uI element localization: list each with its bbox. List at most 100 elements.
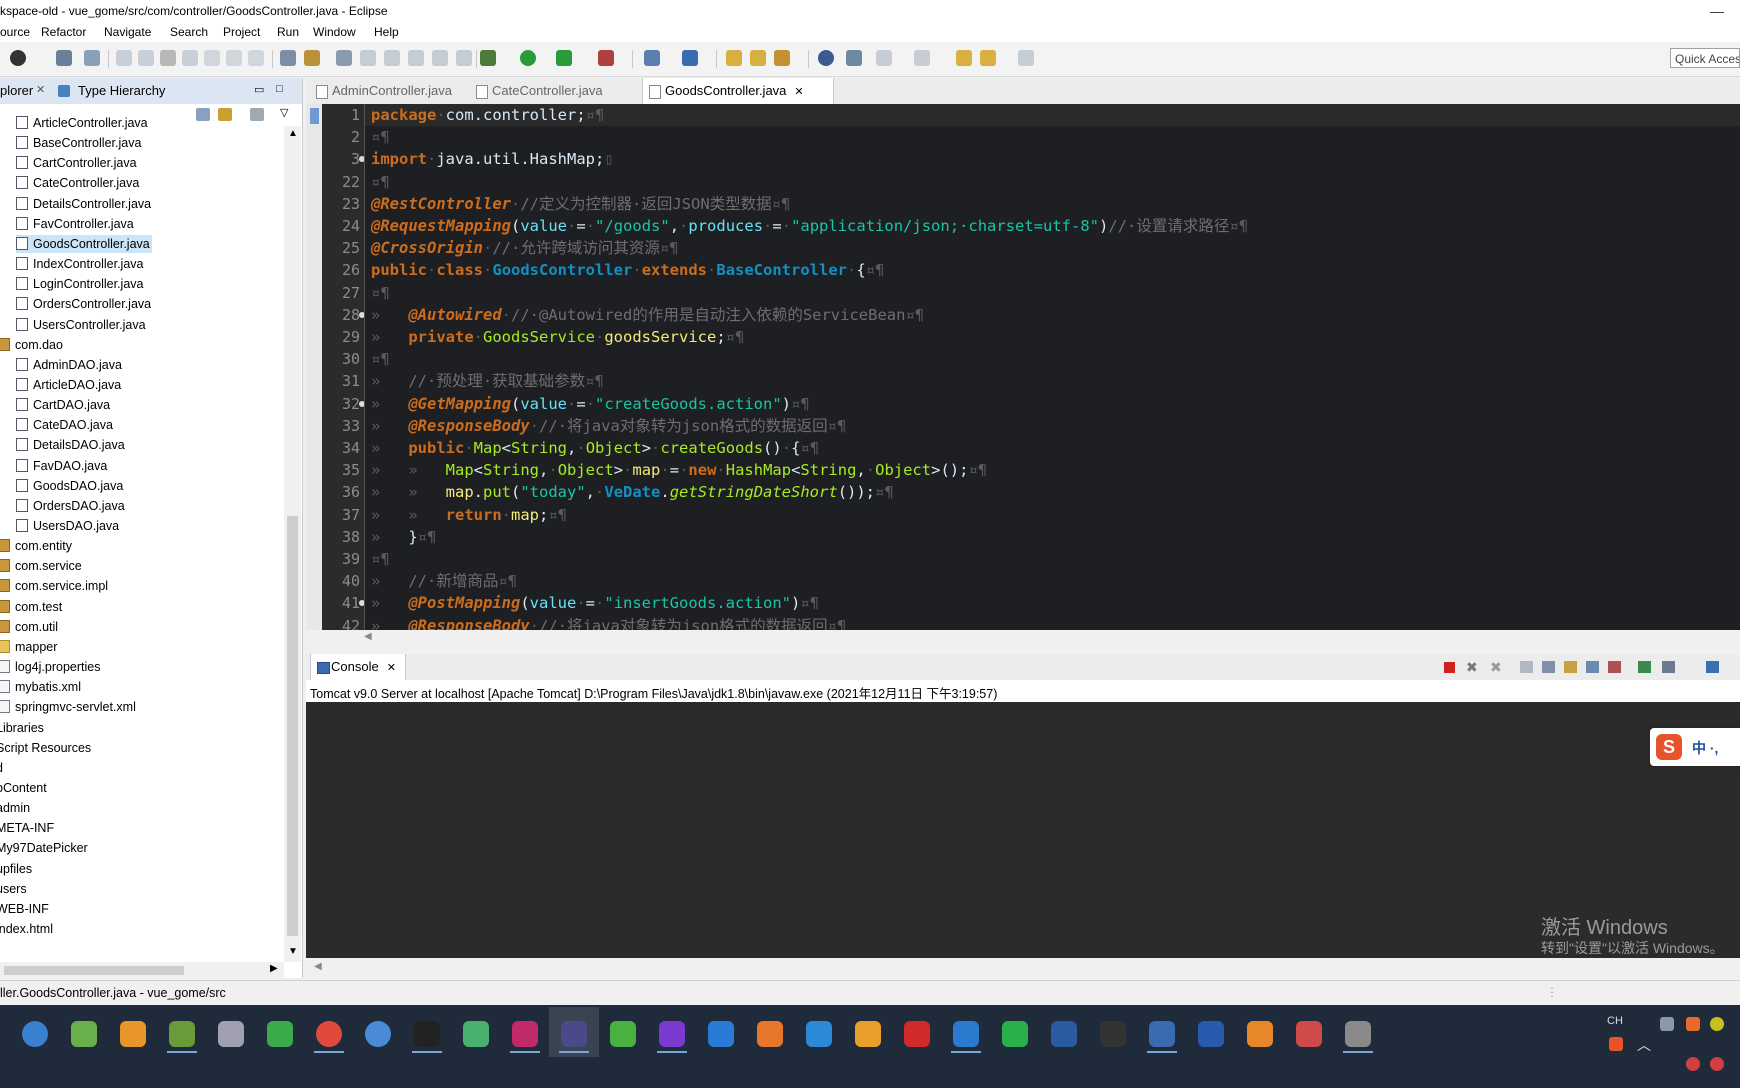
tree-item[interactable]: com.util <box>0 618 58 636</box>
menu-source[interactable]: ource <box>0 25 30 39</box>
tree-item[interactable]: WEB-INF <box>0 900 49 918</box>
tree-item[interactable]: UsersController.java <box>16 316 146 334</box>
tree-item[interactable]: mybatis.xml <box>0 678 81 696</box>
menu-help[interactable]: Help <box>374 25 399 39</box>
edge-icon[interactable] <box>806 1021 832 1047</box>
skip-breakpoints-icon[interactable] <box>84 50 100 66</box>
code-line[interactable]: @RequestMapping(value·=·"/goods",·produc… <box>371 215 1248 237</box>
terminate-icon[interactable] <box>1444 662 1455 673</box>
prev-annotation-icon[interactable] <box>914 50 930 66</box>
word-wrap-icon[interactable] <box>1564 661 1577 673</box>
copy-icon[interactable] <box>408 50 424 66</box>
tree-item[interactable]: OrdersDAO.java <box>16 497 125 515</box>
code-line[interactable]: » public·Map<String,·Object>·createGoods… <box>371 437 819 459</box>
run-icon[interactable] <box>520 50 536 66</box>
step-over-icon[interactable] <box>226 50 242 66</box>
tree-item[interactable]: bContent <box>0 779 47 797</box>
editor-horizontal-scrollbar[interactable]: ◀ <box>306 630 1740 646</box>
code-line[interactable]: » private·GoodsService·goodsService;¤¶ <box>371 326 744 348</box>
step-into-icon[interactable] <box>204 50 220 66</box>
code-line[interactable]: » @ResponseBody·//·将java对象转为json格式的数据返回¤… <box>371 615 846 630</box>
tree-item[interactable]: BaseController.java <box>16 134 141 152</box>
code-line[interactable]: » » Map<String,·Object>·map·=·new·HashMa… <box>371 459 987 481</box>
next-annotation-icon[interactable] <box>876 50 892 66</box>
menu-navigate[interactable]: Navigate <box>104 25 151 39</box>
app-paint-icon[interactable] <box>1296 1021 1322 1047</box>
run-as-icon[interactable] <box>556 50 572 66</box>
language-indicator[interactable]: CH <box>1607 1015 1623 1027</box>
console-output[interactable] <box>306 702 1740 958</box>
debug-icon[interactable] <box>480 50 496 66</box>
app-green2-icon[interactable] <box>610 1021 636 1047</box>
disconnect-icon[interactable] <box>182 50 198 66</box>
tray-app3-icon[interactable] <box>1710 1017 1724 1031</box>
pin-console-icon[interactable] <box>1638 661 1651 673</box>
tree-item[interactable]: users <box>0 880 27 898</box>
last-edit-icon[interactable] <box>956 50 972 66</box>
menu-window[interactable]: Window <box>313 25 356 39</box>
code-line[interactable]: » //·新增商品¤¶ <box>371 570 517 592</box>
tree-item[interactable]: DetailsController.java <box>16 195 151 213</box>
sogou-tray-icon[interactable] <box>1609 1037 1623 1051</box>
history-icon[interactable] <box>384 50 400 66</box>
tab-catecontroller[interactable]: CateController.java <box>470 78 632 104</box>
terminal-icon[interactable] <box>56 50 72 66</box>
code-line[interactable]: » @ResponseBody·//·将java对象转为json格式的数据返回¤… <box>371 415 846 437</box>
new-class-icon[interactable] <box>682 50 698 66</box>
code-line[interactable]: ¤¶ <box>371 171 390 193</box>
search-icon[interactable] <box>846 50 862 66</box>
close-icon[interactable]: ✕ <box>36 83 45 96</box>
tree-item[interactable]: IndexController.java <box>16 255 143 273</box>
suspend-icon[interactable] <box>138 50 154 66</box>
menu-refactor[interactable]: Refactor <box>41 25 86 39</box>
remove-launch-icon[interactable]: ✖ <box>1466 659 1478 676</box>
left-vertical-scrollbar[interactable]: ▲ ▼ <box>284 126 301 962</box>
browser-icon[interactable] <box>22 1021 48 1047</box>
toggle-mark-icon[interactable] <box>304 50 320 66</box>
chrome-icon[interactable] <box>316 1021 342 1047</box>
scroll-down-icon[interactable]: ▼ <box>288 946 298 957</box>
tree-item[interactable]: GoodsController.java <box>16 234 152 253</box>
vscode-icon[interactable] <box>953 1021 979 1047</box>
tree-item[interactable]: CartController.java <box>16 154 137 172</box>
tree-item[interactable]: mapper <box>0 638 57 656</box>
code-area[interactable]: package·com.controller;¤¶ ¤¶ import·java.u… <box>364 104 1740 630</box>
clear-console-icon[interactable] <box>1520 661 1533 673</box>
tree-item[interactable]: ArticleDAO.java <box>16 376 121 394</box>
minimize-view-icon[interactable]: ▭ <box>254 83 264 96</box>
code-line[interactable]: ¤¶ <box>371 282 390 304</box>
tray-expand-icon[interactable]: ︿ <box>1637 1035 1651 1055</box>
scroll-right-icon[interactable]: ▶ <box>270 963 278 974</box>
left-horizontal-scrollbar[interactable]: ▶ <box>0 962 284 978</box>
filter-icon[interactable] <box>456 50 472 66</box>
menu-run[interactable]: Run <box>277 25 299 39</box>
code-line[interactable]: » @Autowired·//·@Autowired的作用是自动注入依赖的Ser… <box>371 304 924 326</box>
menu-project[interactable]: Project <box>223 25 260 39</box>
tree-item[interactable]: CateController.java <box>16 174 139 192</box>
opera-icon[interactable] <box>904 1021 930 1047</box>
tree-item[interactable]: springmvc-servlet.xml <box>0 698 136 716</box>
code-line[interactable]: » @GetMapping(value·=·"createGoods.actio… <box>371 393 810 415</box>
chrome2-icon[interactable] <box>365 1021 391 1047</box>
tree-item[interactable]: ArticleController.java <box>16 114 148 132</box>
tray-qq-icon[interactable] <box>1686 1057 1700 1071</box>
forward-icon[interactable] <box>1018 50 1034 66</box>
show-stdout-icon[interactable] <box>1586 661 1599 673</box>
tree-item[interactable]: d <box>0 759 3 777</box>
scroll-left-icon[interactable]: ◀ <box>364 631 372 642</box>
app-editor-icon[interactable] <box>1345 1021 1371 1047</box>
link-editor-icon[interactable] <box>218 108 232 121</box>
tree-item[interactable]: FavController.java <box>16 215 134 233</box>
firefox-icon[interactable] <box>757 1021 783 1047</box>
hscroll-thumb[interactable] <box>4 966 184 975</box>
tree-item[interactable]: upfiles <box>0 860 32 878</box>
tab-type-hierarchy[interactable]: Type Hierarchy <box>78 83 165 98</box>
toggle-word-wrap-icon[interactable] <box>280 50 296 66</box>
tree-item[interactable]: CateDAO.java <box>16 416 113 434</box>
resume-icon[interactable] <box>116 50 132 66</box>
open-folder-icon[interactable] <box>750 50 766 66</box>
collapse-all-icon[interactable] <box>196 108 210 121</box>
powershell-icon[interactable] <box>1051 1021 1077 1047</box>
code-line[interactable]: @CrossOrigin·//·允许跨域访问其资源¤¶ <box>371 237 679 259</box>
tree-item[interactable]: OrdersController.java <box>16 295 151 313</box>
